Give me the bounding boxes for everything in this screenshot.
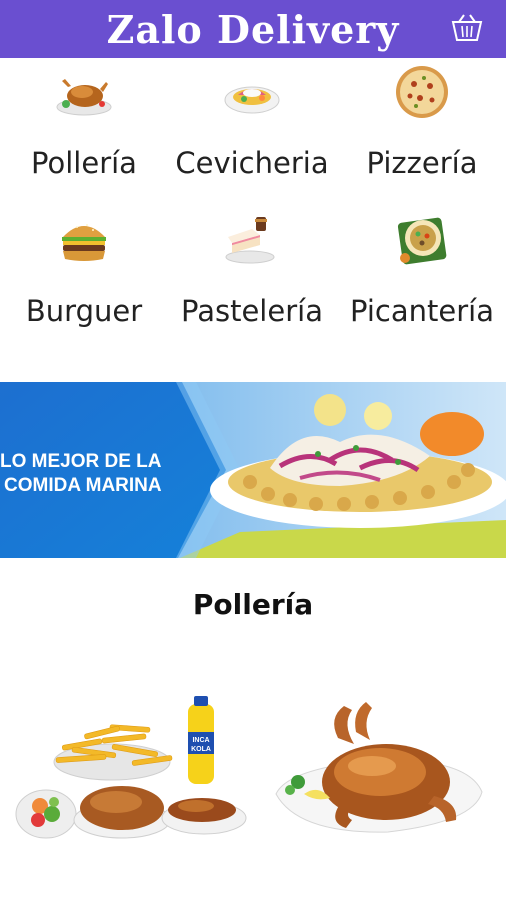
product-card-whole-chicken[interactable] (268, 698, 490, 840)
banner-headline: LO MEJOR DE LA COMIDA MARINA (0, 450, 162, 498)
chicken-combo-fries-soda-image: INCA KOLA (15, 696, 247, 839)
category-label: Pizzería (366, 146, 478, 180)
category-polleria[interactable]: Pollería (0, 58, 168, 203)
category-label: Picantería (350, 294, 494, 328)
pizza-icon (396, 66, 448, 118)
soda-label-line-2: KOLA (191, 746, 211, 753)
roast-chicken-icon (56, 79, 112, 116)
cart-icon (451, 14, 483, 41)
cart-button[interactable] (448, 10, 486, 46)
app-title: Zalo Delivery (106, 6, 400, 52)
category-burguer[interactable]: Burguer (0, 206, 168, 351)
category-label: Cevicheria (175, 146, 329, 180)
category-label: Pastelería (181, 294, 323, 328)
category-pasteleria[interactable]: Pastelería (168, 206, 336, 351)
product-card-combo[interactable]: INCA KOLA (12, 696, 252, 846)
category-label: Burguer (25, 294, 143, 328)
promo-banner[interactable]: LO MEJOR DE LA COMIDA MARINA (0, 382, 506, 558)
spicy-dish-icon (397, 217, 447, 265)
banner-line-1: LO MEJOR DE LA (0, 451, 162, 472)
category-label: Pollería (31, 146, 137, 180)
whole-roast-chicken-image (275, 702, 483, 833)
section-title: Pollería (192, 588, 314, 621)
category-grid: Pollería Cevicheria Pizzería Burguer Pas… (0, 58, 506, 348)
cake-icon (225, 217, 275, 264)
banner-line-2: COMIDA MARINA (4, 475, 162, 496)
app-header: Zalo Delivery (0, 0, 506, 58)
category-pizzeria[interactable]: Pizzería (338, 58, 506, 203)
ceviche-plate-icon (224, 86, 280, 114)
category-cevicheria[interactable]: Cevicheria (168, 58, 336, 203)
category-picanteria[interactable]: Picantería (338, 206, 506, 351)
soda-label-line-1: INCA (192, 737, 209, 744)
burger-icon (62, 224, 106, 261)
